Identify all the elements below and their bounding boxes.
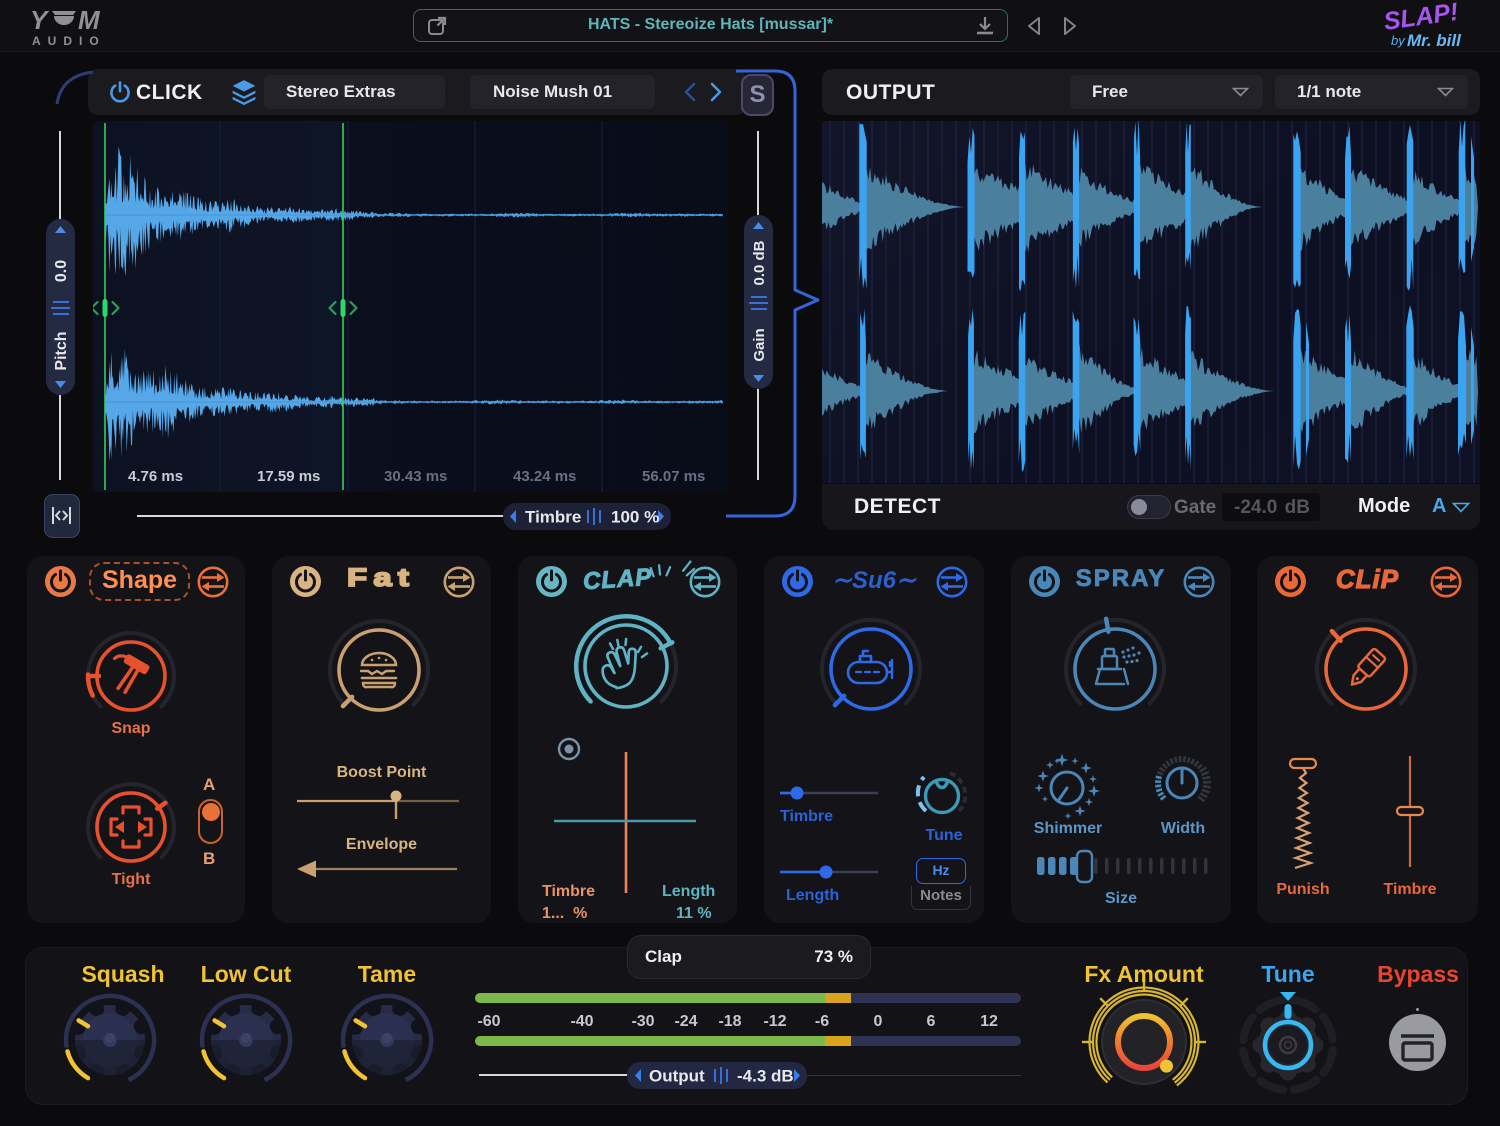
svg-text:-4.3 dB: -4.3 dB: [737, 1067, 794, 1086]
svg-text:30.43 ms: 30.43 ms: [384, 468, 447, 485]
svg-text:4.76 ms: 4.76 ms: [128, 468, 183, 485]
svg-text:Timbre: Timbre: [525, 508, 581, 527]
svg-text:Y: Y: [30, 7, 50, 35]
svg-text:Gain: Gain: [751, 328, 768, 361]
svg-text:M: M: [78, 7, 101, 35]
svg-text:Pitch: Pitch: [53, 331, 70, 370]
svg-text:17.59 ms: 17.59 ms: [257, 468, 320, 485]
svg-text:AUDIO: AUDIO: [32, 34, 106, 47]
svg-text:Output: Output: [649, 1067, 705, 1086]
svg-text:0.0 dB: 0.0 dB: [751, 240, 768, 285]
svg-text:0.0: 0.0: [53, 260, 70, 282]
svg-text:100 %: 100 %: [611, 508, 659, 527]
svg-text:43.24 ms: 43.24 ms: [513, 468, 576, 485]
svg-text:56.07 ms: 56.07 ms: [642, 468, 705, 485]
svg-text:Mr. bill: Mr. bill: [1407, 31, 1462, 50]
svg-text:by: by: [1391, 33, 1406, 48]
